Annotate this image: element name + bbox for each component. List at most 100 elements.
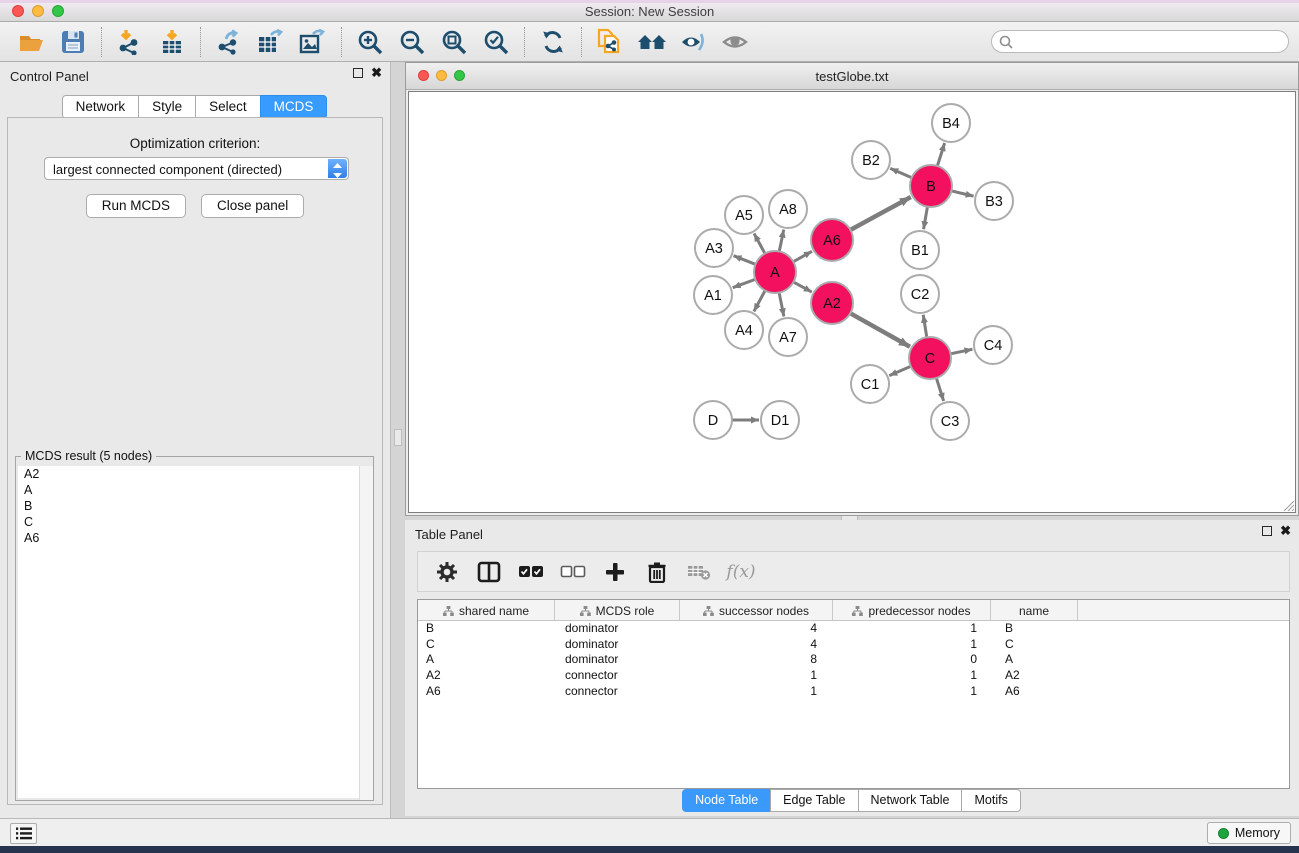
node-table[interactable]: shared nameMCDS rolesuccessor nodesprede… — [417, 599, 1290, 789]
zoom-in-icon[interactable] — [349, 25, 391, 59]
table-row[interactable]: Bdominator41B — [418, 621, 1289, 637]
table-cell[interactable]: 1 — [833, 621, 991, 637]
close-panel-icon[interactable]: ✖ — [371, 68, 382, 78]
table-cell[interactable]: B — [991, 621, 1078, 637]
table-cell[interactable]: A2 — [991, 668, 1078, 684]
vertical-splitter-handle[interactable] — [394, 429, 402, 446]
table-row[interactable]: Cdominator41C — [418, 637, 1289, 653]
table-row[interactable]: Adominator80A — [418, 652, 1289, 668]
table-cell[interactable]: A — [418, 652, 555, 668]
graph-edge-B-B1[interactable] — [924, 205, 928, 230]
hide-panel-eye-icon[interactable] — [673, 25, 715, 59]
mcds-result-item[interactable]: A6 — [18, 530, 371, 546]
column-header-successor-nodes[interactable]: successor nodes — [680, 600, 833, 621]
memory-button[interactable]: Memory — [1207, 822, 1291, 844]
graph-edge-A-A7[interactable] — [779, 291, 784, 317]
tab-style[interactable]: Style — [138, 95, 196, 119]
table-settings-icon[interactable] — [428, 555, 466, 589]
table-float-panel-icon[interactable] — [1262, 526, 1272, 536]
copy-network-icon[interactable] — [589, 25, 631, 59]
tab-select[interactable]: Select — [195, 95, 261, 119]
network-canvas[interactable]: AA1A2A3A4A5A6A7A8BB1B2B3B4CC1C2C3C4DD1 — [408, 91, 1296, 513]
table-cell[interactable]: 1 — [833, 668, 991, 684]
dropdown-stepper-icon[interactable] — [328, 159, 347, 178]
add-column-icon[interactable] — [596, 555, 634, 589]
table-row[interactable]: A6connector11A6 — [418, 684, 1289, 700]
delete-table-icon[interactable] — [680, 555, 718, 589]
graph-edge-B-B4[interactable] — [937, 143, 945, 168]
table-cell[interactable]: 1 — [833, 684, 991, 700]
show-panel-eye-icon[interactable] — [715, 25, 757, 59]
mcds-result-item[interactable]: C — [18, 514, 371, 530]
export-network-icon[interactable] — [208, 25, 250, 59]
tab-mcds[interactable]: MCDS — [260, 95, 328, 119]
mcds-result-item[interactable]: A2 — [18, 466, 371, 482]
zoom-out-icon[interactable] — [391, 25, 433, 59]
table-tab-network-table[interactable]: Network Table — [858, 789, 963, 812]
network-graph[interactable]: AA1A2A3A4A5A6A7A8BB1B2B3B4CC1C2C3C4DD1 — [409, 92, 1297, 514]
criterion-dropdown[interactable]: largest connected component (directed) — [44, 157, 349, 180]
delete-column-icon[interactable] — [638, 555, 676, 589]
float-panel-icon[interactable] — [353, 68, 363, 78]
tab-network[interactable]: Network — [62, 95, 140, 119]
graph-edge-C-C3[interactable] — [936, 376, 944, 401]
table-tab-node-table[interactable]: Node Table — [682, 789, 771, 812]
zoom-fit-icon[interactable] — [433, 25, 475, 59]
graph-edge-C-C1[interactable] — [889, 366, 912, 376]
export-table-icon[interactable] — [250, 25, 292, 59]
table-cell[interactable]: C — [991, 637, 1078, 653]
home-view-icon[interactable] — [631, 25, 673, 59]
graph-edge-A-A4[interactable] — [754, 289, 766, 312]
import-network-icon[interactable] — [109, 25, 151, 59]
table-cell[interactable]: C — [418, 637, 555, 653]
table-cell[interactable]: A2 — [418, 668, 555, 684]
table-cell[interactable]: 1 — [680, 684, 833, 700]
graph-edge-B-B2[interactable] — [890, 168, 913, 178]
graph-edge-A6-B[interactable] — [849, 197, 911, 231]
table-tab-edge-table[interactable]: Edge Table — [770, 789, 858, 812]
refresh-icon[interactable] — [532, 25, 574, 59]
table-cell[interactable]: A — [991, 652, 1078, 668]
table-cell[interactable]: 1 — [680, 668, 833, 684]
graph-edge-C-C2[interactable] — [923, 315, 927, 339]
graph-edge-A-A3[interactable] — [734, 256, 758, 265]
run-mcds-button[interactable]: Run MCDS — [86, 194, 186, 218]
network-window-titlebar[interactable]: testGlobe.txt — [406, 63, 1298, 90]
table-row[interactable]: A2connector11A2 — [418, 668, 1289, 684]
graph-edge-C-C4[interactable] — [949, 349, 973, 354]
table-cell[interactable]: A6 — [418, 684, 555, 700]
column-header-mcds-role[interactable]: MCDS role — [555, 600, 680, 621]
table-cell[interactable]: 1 — [833, 637, 991, 653]
table-close-panel-icon[interactable]: ✖ — [1280, 526, 1291, 536]
deselect-all-rows-icon[interactable] — [554, 555, 592, 589]
table-cell[interactable]: connector — [555, 684, 680, 700]
table-cell[interactable]: dominator — [555, 621, 680, 637]
graph-edge-B-B3[interactable] — [949, 190, 973, 196]
table-cell[interactable]: connector — [555, 668, 680, 684]
column-header-name[interactable]: name — [991, 600, 1078, 621]
search-box[interactable] — [991, 30, 1289, 53]
graph-edge-A-A1[interactable] — [733, 279, 757, 288]
table-cell[interactable]: 0 — [833, 652, 991, 668]
graph-edge-A2-C[interactable] — [849, 312, 910, 346]
table-cell[interactable]: dominator — [555, 637, 680, 653]
resize-grip-icon[interactable] — [1281, 498, 1294, 511]
table-cell[interactable]: dominator — [555, 652, 680, 668]
table-cell[interactable]: 4 — [680, 637, 833, 653]
mcds-result-item[interactable]: A — [18, 482, 371, 498]
column-header-predecessor-nodes[interactable]: predecessor nodes — [833, 600, 991, 621]
table-cell[interactable]: B — [418, 621, 555, 637]
graph-edge-A-A6[interactable] — [792, 251, 812, 262]
table-header-row[interactable]: shared nameMCDS rolesuccessor nodesprede… — [418, 600, 1289, 621]
open-folder-icon[interactable] — [10, 25, 52, 59]
save-icon[interactable] — [52, 25, 94, 59]
column-header-shared-name[interactable]: shared name — [418, 600, 555, 621]
mcds-result-item[interactable]: B — [18, 498, 371, 514]
zoom-selected-icon[interactable] — [475, 25, 517, 59]
export-image-icon[interactable] — [292, 25, 334, 59]
graph-edge-A-A2[interactable] — [792, 281, 812, 292]
show-columns-icon[interactable] — [470, 555, 508, 589]
close-panel-button[interactable]: Close panel — [201, 194, 304, 218]
select-all-rows-icon[interactable] — [512, 555, 550, 589]
apply-function-icon[interactable]: f(x) — [722, 555, 760, 589]
